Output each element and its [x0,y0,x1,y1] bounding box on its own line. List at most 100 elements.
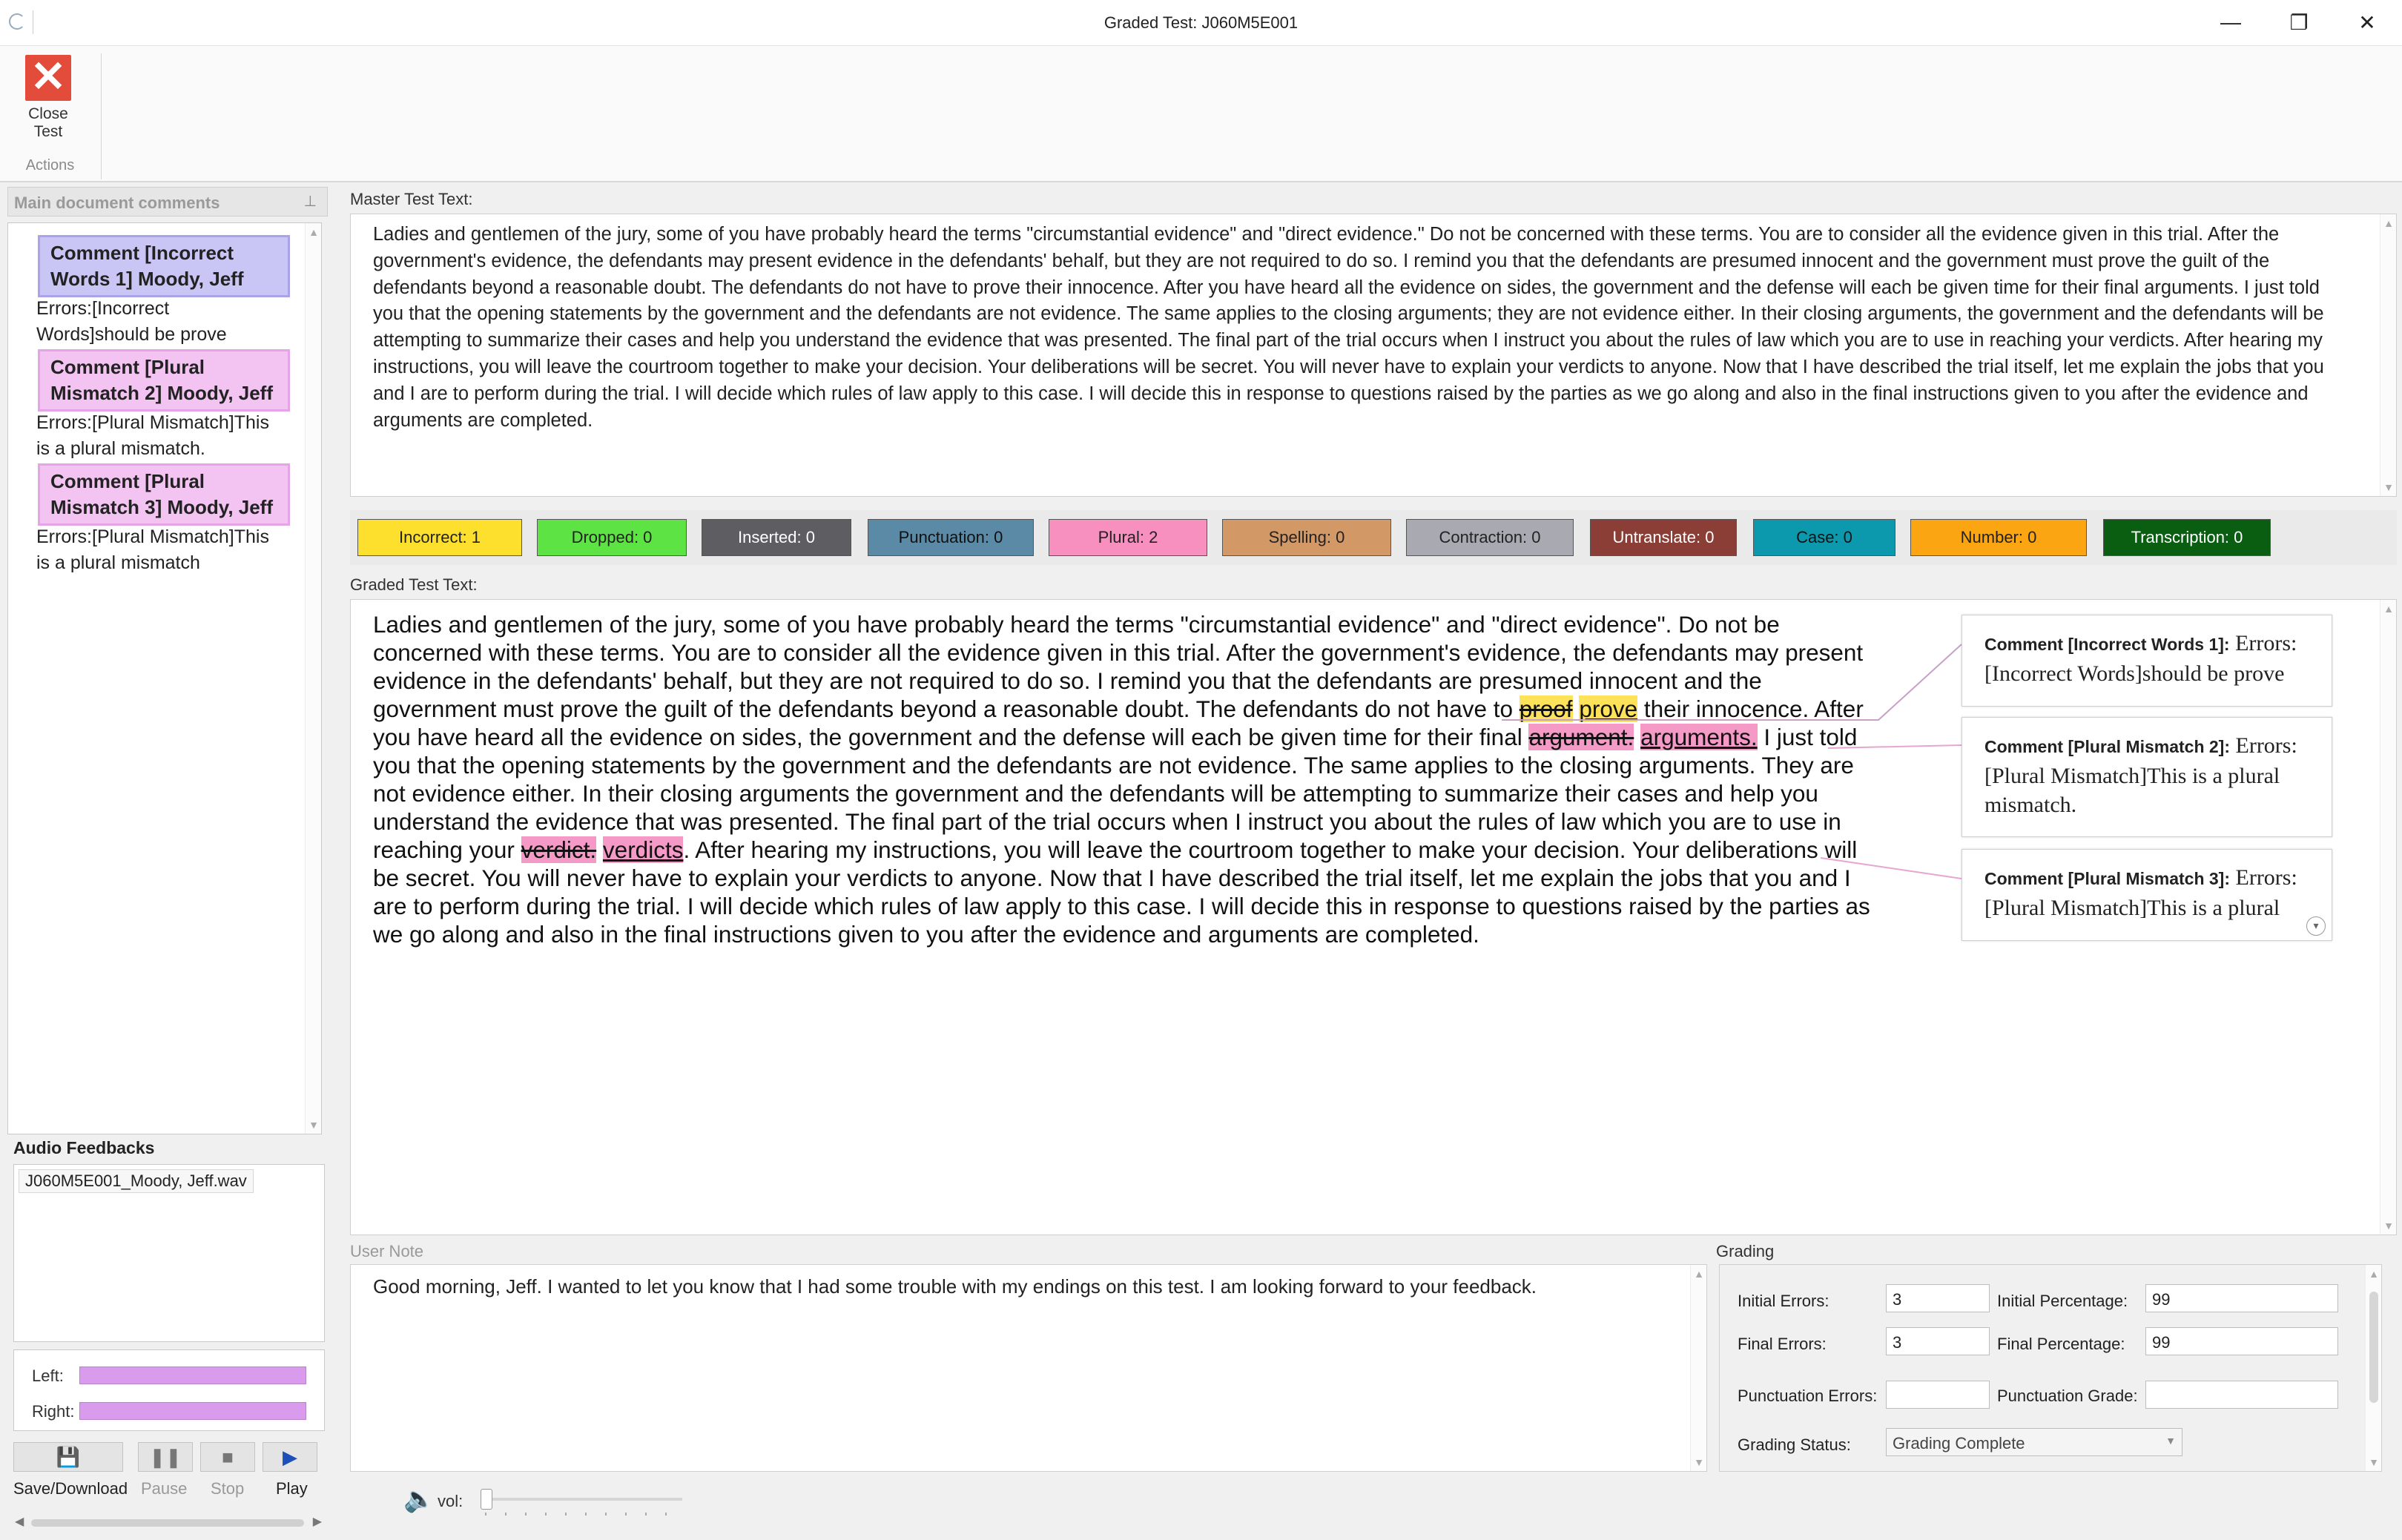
bubble-1-title: Comment [Incorrect Words 1]: [1984,635,2230,654]
comment-title-2b: Mismatch 2] Moody, Jeff [50,382,274,404]
window-title: Graded Test: J060M5E001 [1103,13,1299,32]
scroll-right-icon[interactable]: ▶ [313,1514,322,1529]
stop-button[interactable]: ■ [200,1442,255,1472]
ribbon: ✕ Close Test Actions [0,46,2402,182]
audio-file-list[interactable]: J060M5E001_Moody, Jeff.wav [13,1164,325,1342]
initial-errors-label: Initial Errors: [1738,1292,1829,1310]
play-button[interactable]: ▶ [263,1442,317,1472]
play-icon: ▶ [283,1445,297,1468]
master-scroll-up-icon[interactable]: ▲ [2380,217,2397,229]
punctuation-grade-label: Punctuation Grade: [1997,1387,2138,1405]
comment-title-3b: Mismatch 3] Moody, Jeff [50,496,274,518]
master-text-label: Master Test Text: [350,190,473,208]
graded-scroll-down-icon[interactable]: ▼ [2380,1220,2397,1232]
dropped-count[interactable]: Dropped: 0 [537,519,687,556]
grading-scroll-thumb[interactable] [2369,1292,2378,1403]
master-text-box[interactable]: Ladies and gentlemen of the jury, some o… [350,214,2397,497]
inserted-count[interactable]: Inserted: 0 [702,519,851,556]
grading-label: Grading [1716,1242,1775,1260]
comment-title-2a: Comment [Plural [50,356,205,378]
comments-list[interactable]: Comment [Incorrect Words 1] Moody, Jeff … [7,222,322,1134]
scroll-up-icon[interactable]: ▲ [306,226,322,238]
pin-icon[interactable]: ⊥ [304,192,317,211]
comment-card-3[interactable]: Comment [Plural Mismatch 3] Moody, Jeff [38,463,290,526]
punctuation-errors-field[interactable] [1886,1381,1990,1409]
right-level-label: Right: [32,1402,75,1421]
close-window-button[interactable]: ✕ [2333,0,2401,44]
transcription-count[interactable]: Transcription: 0 [2103,519,2271,556]
user-note-box[interactable]: Good morning, Jeff. I wanted to let you … [350,1264,1707,1472]
punctuation-count-label: Punctuation: 0 [898,528,1003,546]
incorrect-count-label: Incorrect: 1 [398,528,481,546]
transcription-count-label: Transcription: 0 [2131,528,2243,546]
comment-text-1a: Errors:[Incorrect [36,298,170,319]
initial-errors-field[interactable]: 3 [1886,1284,1990,1312]
maximize-button[interactable]: ❐ [2265,0,2333,44]
number-count-label: Number: 0 [1960,528,2037,546]
comment-bubble-3[interactable]: Comment [Plural Mismatch 3]: Errors: [Pl… [1961,849,2332,941]
grading-scroll-down-icon[interactable]: ▼ [2366,1456,2382,1468]
comments-panel-title: Main document comments [14,194,220,212]
graded-scroll-up-icon[interactable]: ▲ [2380,603,2397,615]
untranslate-count[interactable]: Untranslate: 0 [1590,519,1737,556]
comments-scrollbar[interactable]: ▲ ▼ [305,223,321,1134]
speaker-icon[interactable]: 🔈 [403,1484,435,1514]
pause-button[interactable]: ❚❚ [138,1442,193,1472]
comment-text-3b: is a plural mismatch [36,552,200,573]
graded-scrollbar[interactable]: ▲ ▼ [2380,600,2396,1235]
save-download-button[interactable]: 💾 [13,1442,123,1472]
grading-status-select[interactable]: Grading Complete ▼ [1886,1428,2182,1456]
user-note-scrollbar[interactable]: ▲ ▼ [1690,1265,1706,1471]
master-scroll-down-icon[interactable]: ▼ [2380,481,2397,493]
plural-count[interactable]: Plural: 2 [1049,519,1207,556]
dropdown-arrow-icon[interactable]: ▼ [2165,1435,2176,1447]
plural-count-label: Plural: 2 [1098,528,1158,546]
scroll-left-icon[interactable]: ◀ [15,1514,24,1529]
scroll-down-icon[interactable]: ▼ [306,1119,322,1131]
master-text: Ladies and gentlemen of the jury, some o… [373,224,2324,431]
audio-file-item[interactable]: J060M5E001_Moody, Jeff.wav [19,1169,254,1193]
graded-text-label: Graded Test Text: [350,575,478,594]
comment-bubble-1[interactable]: Comment [Incorrect Words 1]: Errors: [In… [1961,615,2332,707]
number-count[interactable]: Number: 0 [1910,519,2087,556]
volume-label: vol: [438,1492,463,1510]
volume-track[interactable] [482,1498,682,1501]
expand-comment-icon[interactable]: ▾ [2306,916,2326,936]
comment-bubble-2[interactable]: Comment [Plural Mismatch 2]: Errors: [Pl… [1961,717,2332,837]
spelling-count[interactable]: Spelling: 0 [1222,519,1391,556]
initial-percentage-field[interactable]: 99 [2145,1284,2338,1312]
comment-text-3: Errors:[Plural Mismatch]This is a plural… [36,524,318,576]
close-test-button[interactable]: ✕ Close Test [13,52,83,163]
left-panel-hscrollbar[interactable]: ◀ ▶ [13,1514,323,1530]
final-percentage-label: Final Percentage: [1997,1335,2125,1353]
comment-card-2[interactable]: Comment [Plural Mismatch 2] Moody, Jeff [38,349,290,412]
user-note-text: Good morning, Jeff. I wanted to let you … [373,1275,1537,1298]
case-count[interactable]: Case: 0 [1753,519,1895,556]
incorrect-count[interactable]: Incorrect: 1 [357,519,522,556]
note-scroll-up-icon[interactable]: ▲ [1691,1268,1707,1280]
left-level-bar [79,1366,306,1384]
case-count-label: Case: 0 [1796,528,1852,546]
hscroll-thumb[interactable] [31,1519,304,1527]
note-scroll-down-icon[interactable]: ▼ [1691,1456,1707,1468]
master-scrollbar[interactable]: ▲ ▼ [2380,214,2396,496]
grading-panel: Initial Errors: 3 Initial Percentage: 99… [1719,1264,2382,1472]
contraction-count[interactable]: Contraction: 0 [1406,519,1574,556]
grading-scroll-up-icon[interactable]: ▲ [2366,1268,2382,1280]
connector-1 [1502,644,1962,721]
punctuation-count[interactable]: Punctuation: 0 [868,519,1034,556]
graded-text-box[interactable]: Ladies and gentlemen of the jury, some o… [350,599,2397,1235]
minimize-button[interactable]: — [2197,0,2265,44]
volume-slider-thumb[interactable] [481,1489,492,1510]
pause-icon: ❚❚ [149,1445,182,1468]
save-icon: 💾 [56,1445,81,1468]
pause-label: Pause [141,1479,188,1498]
volume-control[interactable]: 🔈 vol: [403,1483,700,1520]
final-percentage-field[interactable]: 99 [2145,1327,2338,1355]
final-errors-field[interactable]: 3 [1886,1327,1990,1355]
comment-text-2a: Errors:[Plural Mismatch]This [36,412,269,433]
grading-status-value: Grading Complete [1893,1434,2025,1453]
grading-scrollbar[interactable]: ▲ ▼ [2365,1265,2381,1471]
comment-card-1[interactable]: Comment [Incorrect Words 1] Moody, Jeff [38,235,290,297]
punctuation-grade-field[interactable] [2145,1381,2338,1409]
